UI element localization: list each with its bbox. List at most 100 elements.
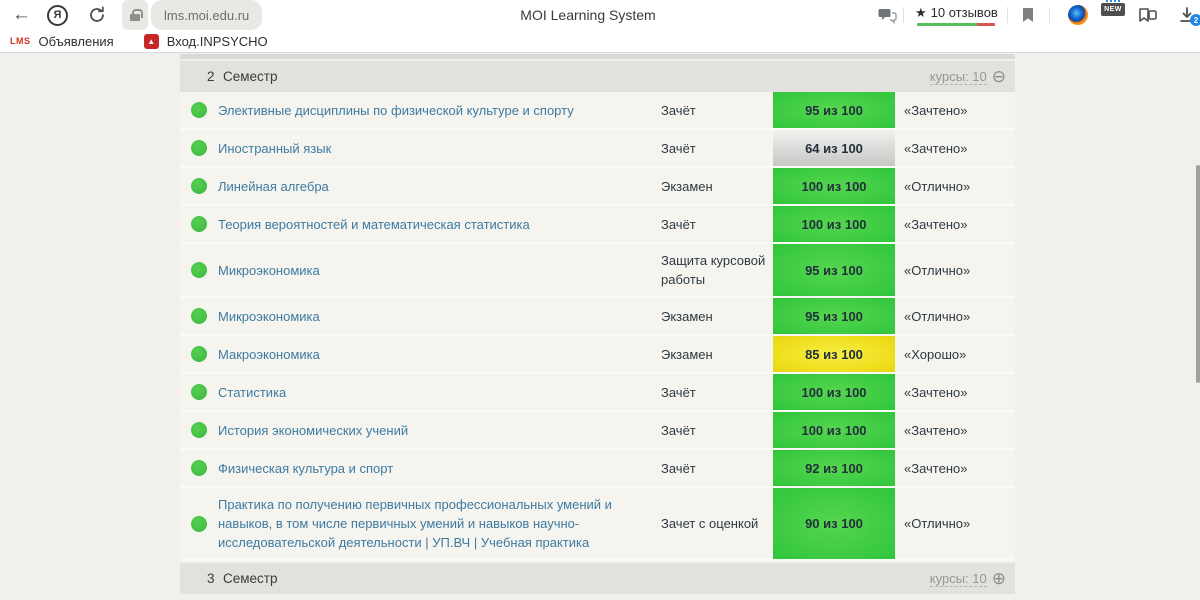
course-link[interactable]: Микроэкономика [218,307,320,326]
semester-title: Семестр [223,69,278,84]
refresh-icon [90,6,104,22]
semester-3-header[interactable]: 3 Семестр курсы: 10 ⊕ [180,563,1015,594]
browser-toolbar: ← Я lms.moi.edu.ru MOI Learning System ★… [0,0,1200,30]
lock-icon [130,8,143,21]
lms-page: 2 Семестр курсы: 10 ⊖ Элективные дисципл… [0,53,1200,599]
course-row: Физическая культура и спорт Зачёт 92 из … [180,450,1015,488]
new-badge: NEW [1101,3,1125,16]
yandex-services-button[interactable] [1068,0,1088,30]
score-badge: 95 из 100 [773,244,895,296]
grade-text: «Зачтено» [904,102,968,118]
course-table: Элективные дисциплины по физической куль… [180,92,1015,561]
score-text: 100 из 100 [801,216,867,232]
semester-number: 3 [207,571,215,586]
yandex-home-button[interactable]: Я [47,0,68,30]
course-link[interactable]: Практика по получению первичных професси… [218,495,635,552]
assessment-type: Зачёт [661,102,696,118]
collections-button[interactable] [1137,0,1158,30]
assessment-type: Зачёт [661,384,696,400]
course-row: Линейная алгебра Экзамен 100 из 100 «Отл… [180,168,1015,206]
course-row: Макроэкономика Экзамен 85 из 100 «Хорошо… [180,336,1015,374]
status-dot-icon [191,140,207,156]
reviews-count-label: 10 отзывов [930,5,998,20]
bookmark-inpsycho[interactable]: ▲ Вход.INPSYCHO [143,33,268,49]
score-badge: 64 из 100 [773,130,895,166]
status-dot-icon [191,178,207,194]
bookmark-flag-icon [1023,8,1033,22]
reviews-button[interactable]: ★ 10 отзывов [915,0,998,30]
course-link[interactable]: История экономических учений [218,421,408,440]
grade-text: «Зачтено» [904,216,968,232]
courses-count-link[interactable]: курсы: 10 [929,69,987,85]
course-link[interactable]: Макроэкономика [218,345,320,364]
score-text: 95 из 100 [805,102,863,118]
score-badge: 100 из 100 [773,374,895,410]
score-text: 95 из 100 [805,262,863,278]
status-dot-icon [191,515,207,532]
toolbar-separator [1007,7,1008,23]
score-text: 85 из 100 [805,346,863,362]
back-button[interactable]: ← [12,0,31,30]
course-row: Микроэкономика Экзамен 95 из 100 «Отличн… [180,298,1015,336]
grades-panel: 2 Семестр курсы: 10 ⊖ Элективные дисципл… [180,54,1015,594]
rating-bar-positive [917,22,978,26]
whats-new-button[interactable]: NEW [1101,0,1125,30]
grade-text: «Отлично» [904,516,971,531]
course-row: Иностранный язык Зачёт 64 из 100 «Зачтен… [180,130,1015,168]
inpsycho-favicon: ▲ [143,33,159,49]
course-link[interactable]: Статистика [218,383,286,402]
course-link[interactable]: Линейная алгебра [218,177,329,196]
assessment-type: Защита курсовой работы [661,253,766,287]
expand-section-icon[interactable]: ⊕ [992,570,1006,587]
course-link[interactable]: Элективные дисциплины по физической куль… [218,101,574,120]
score-text: 92 из 100 [805,460,863,476]
course-link[interactable]: Физическая культура и спорт [218,459,393,478]
assessment-type: Зачёт [661,216,696,232]
score-badge: 100 из 100 [773,412,895,448]
assessment-type: Экзамен [661,178,713,194]
status-dot-icon [191,384,207,400]
course-link[interactable]: Иностранный язык [218,139,331,158]
score-text: 100 из 100 [801,422,867,438]
rating-bar-negative [977,22,996,26]
collections-icon [1139,8,1157,22]
sphere-icon [1068,5,1088,25]
course-row: Практика по получению первичных професси… [180,488,1015,561]
bookmark-announcements[interactable]: LMS Объявления [10,34,114,49]
semester-number: 2 [207,69,215,84]
rating-bar [917,22,996,26]
grade-text: «Зачтено» [904,460,968,476]
grade-text: «Отлично» [904,178,971,194]
grade-text: «Зачтено» [904,384,968,400]
score-text: 100 из 100 [801,178,867,194]
collapse-section-icon[interactable]: ⊖ [992,68,1006,85]
status-dot-icon [191,102,207,118]
status-dot-icon [191,422,207,438]
bookmark-label: Объявления [38,33,114,49]
score-badge: 100 из 100 [773,206,895,242]
status-dot-icon [191,460,207,476]
vertical-scrollbar[interactable] [1196,165,1200,383]
course-row: Элективные дисциплины по физической куль… [180,92,1015,130]
bookmark-label: Вход.INPSYCHO [166,33,268,49]
add-bookmark-button[interactable] [1020,0,1036,30]
course-link[interactable]: Теория вероятностей и математическая ста… [218,215,530,234]
url-text: lms.moi.edu.ru [164,7,250,23]
site-comments-button[interactable] [878,0,897,30]
refresh-button[interactable] [88,0,106,30]
score-badge: 92 из 100 [773,450,895,486]
semester-2-header[interactable]: 2 Семестр курсы: 10 ⊖ [180,61,1015,92]
score-badge: 90 из 100 [773,488,895,559]
course-link[interactable]: Микроэкономика [218,261,320,280]
downloads-button[interactable]: 2 [1178,0,1200,30]
course-row: История экономических учений Зачёт 100 и… [180,412,1015,450]
status-dot-icon [191,308,207,324]
semester-title: Семестр [223,571,278,586]
yandex-logo-icon: Я [47,4,68,26]
address-bar[interactable]: lms.moi.edu.ru [151,0,263,30]
score-badge: 85 из 100 [773,336,895,372]
toolbar-separator [903,7,904,23]
courses-count-link[interactable]: курсы: 10 [929,571,987,587]
site-security-button[interactable] [122,0,148,30]
assessment-type: Зачёт [661,422,696,438]
